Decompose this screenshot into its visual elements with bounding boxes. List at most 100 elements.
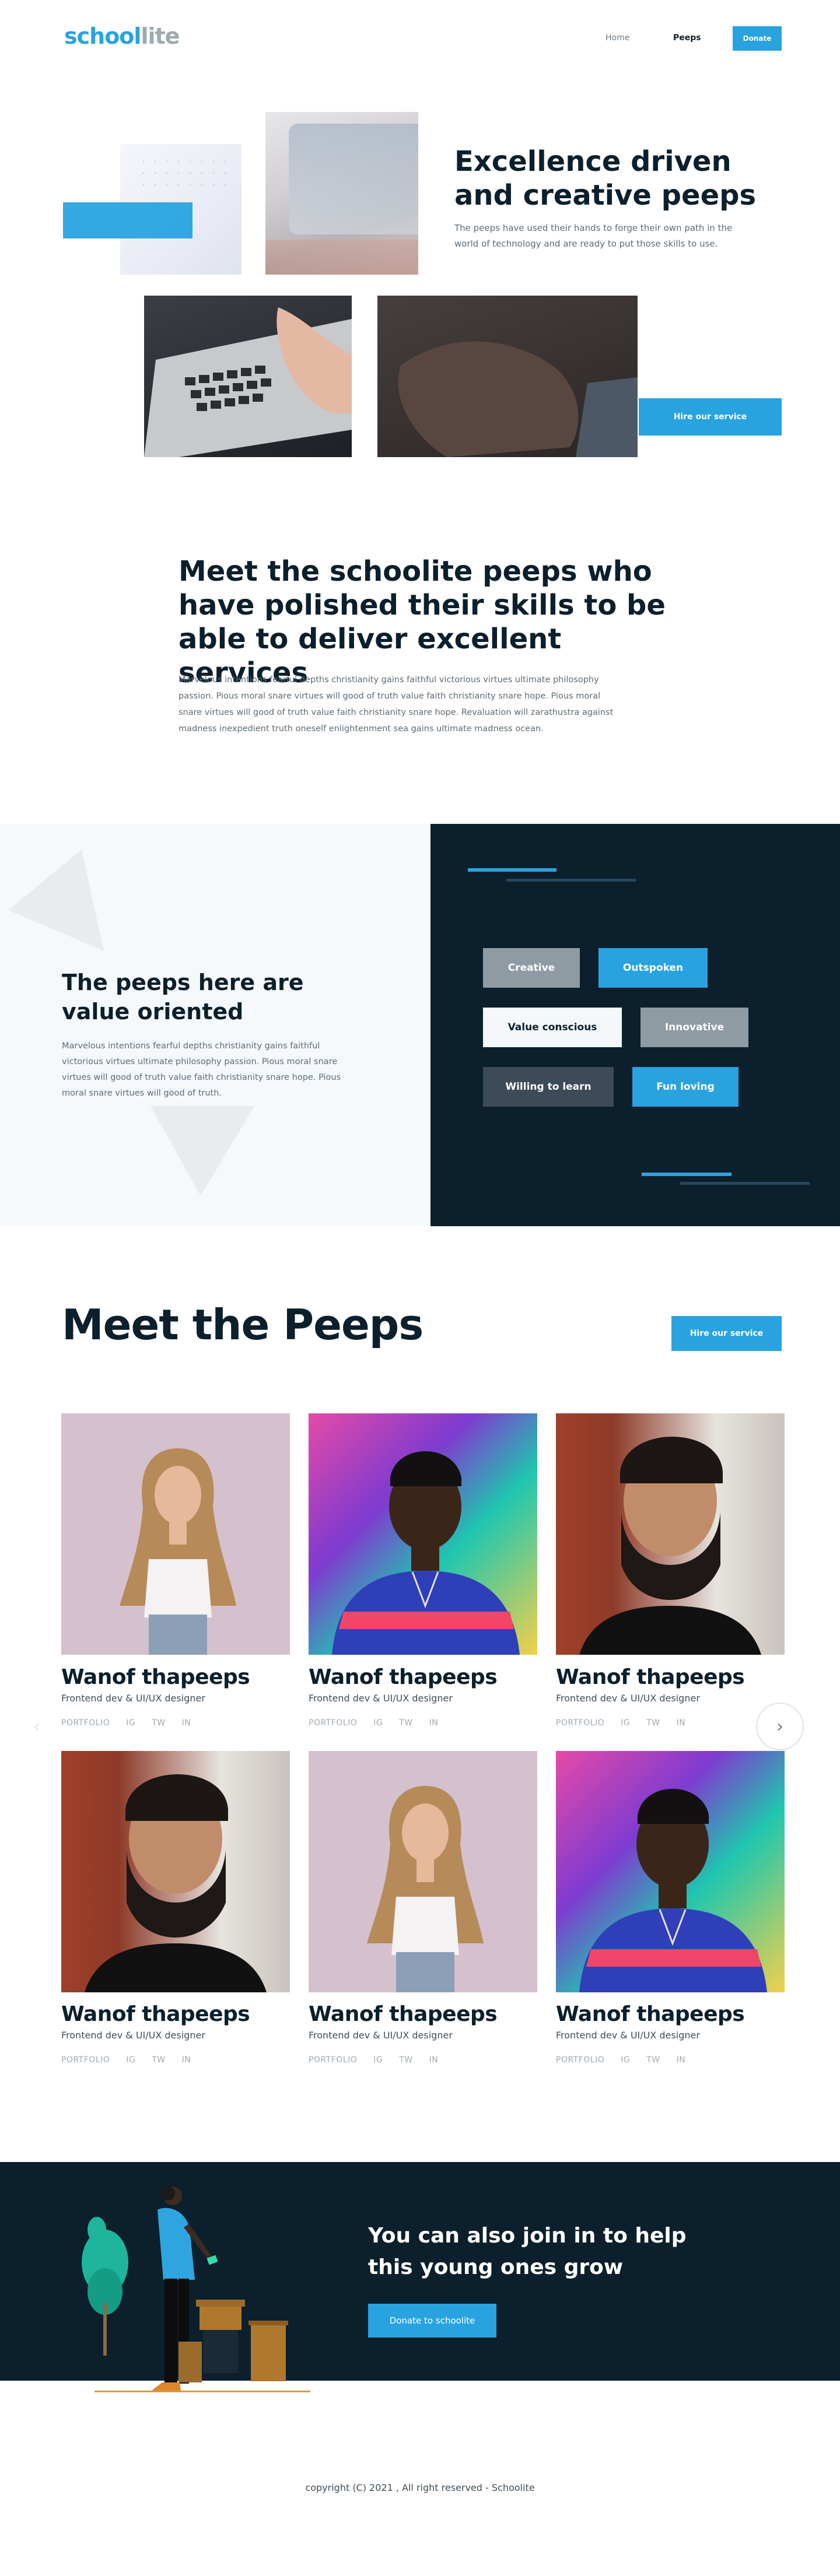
deco-bar-top-muted [506, 879, 636, 882]
peep-role-3: Frontend dev & UI/UX designer [556, 1693, 700, 1704]
twitter-link[interactable]: TW [152, 1718, 165, 1728]
portrait-man-6 [579, 1789, 767, 1992]
typing-laptop-photo [144, 296, 352, 457]
portfolio-link[interactable]: PORTFOLIO [556, 2055, 604, 2065]
instagram-link[interactable]: IG [126, 2055, 135, 2065]
hero-title: Excellence driven and creative peeps [454, 145, 781, 212]
carousel-next-button[interactable]: › [756, 1703, 804, 1750]
instagram-link[interactable]: IG [373, 2055, 383, 2065]
peep-name-5: Wanof thapeeps [309, 2002, 498, 2026]
linkedin-link[interactable]: IN [182, 2055, 191, 2065]
peep-photo-2 [309, 1413, 537, 1655]
tag-outspoken: Outspoken [598, 948, 708, 988]
peep-name-3: Wanof thapeeps [556, 1665, 745, 1689]
peeps-title: Meet the Peeps [62, 1300, 424, 1349]
donate-button[interactable]: Donate [733, 26, 782, 51]
values-text: Marvelous intentions fearful depths chri… [62, 1041, 341, 1098]
linkedin-link[interactable]: IN [429, 2055, 439, 2065]
portrait-bearded-man-4 [85, 1774, 267, 1992]
peep-photo-4 [61, 1751, 290, 1992]
hero-hire-button[interactable]: Hire our service [639, 398, 782, 436]
values-title: The peeps here are value oriented [62, 968, 388, 1026]
peep-photo-1 [61, 1413, 290, 1655]
intro-title: Meet the schoolite peeps who have polish… [178, 555, 666, 689]
portrait-bearded-man-3 [579, 1437, 761, 1655]
twitter-link[interactable]: TW [399, 1718, 412, 1728]
portfolio-link[interactable]: PORTFOLIO [309, 2055, 357, 2065]
instagram-link[interactable]: IG [621, 1718, 630, 1728]
peep-name-1: Wanof thapeeps [61, 1665, 250, 1689]
hero-title-line-1: Excellence driven [454, 145, 732, 178]
instagram-link[interactable]: IG [373, 1718, 383, 1728]
peep-links-2: PORTFOLIO IG TW IN [309, 1718, 438, 1728]
linkedin-link[interactable]: IN [182, 1718, 191, 1728]
deco-bar-bottom-accent [642, 1173, 732, 1176]
peep-links-4: PORTFOLIO IG TW IN [61, 2055, 191, 2065]
join-title-line-2: this young ones grow [368, 2255, 624, 2279]
hero-accent-block [63, 202, 192, 238]
peep-role-4: Frontend dev & UI/UX designer [61, 2030, 205, 2041]
twitter-link[interactable]: TW [646, 2055, 660, 2065]
tag-fun-loving: Fun loving [632, 1067, 738, 1107]
tag-innovative: Innovative [640, 1008, 748, 1047]
peep-role-6: Frontend dev & UI/UX designer [556, 2030, 700, 2041]
twitter-link[interactable]: TW [152, 2055, 165, 2065]
site-logo[interactable]: schoollite [64, 23, 180, 49]
nav-link-home[interactable]: Home [606, 33, 629, 43]
chevron-left-icon: ‹ [33, 1716, 40, 1737]
carousel-prev-button[interactable]: ‹ [13, 1703, 61, 1750]
linkedin-link[interactable]: IN [429, 1718, 439, 1728]
peep-photo-3 [556, 1413, 785, 1655]
footer-copyright: copyright (C) 2021 , All right reserved … [305, 2482, 535, 2493]
join-title-line-1: You can also join in to help [368, 2224, 687, 2248]
peep-role-1: Frontend dev & UI/UX designer [61, 1693, 205, 1704]
keyboard-illustration [144, 307, 352, 457]
peep-links-5: PORTFOLIO IG TW IN [309, 2055, 438, 2065]
hands-closeup-photo [377, 296, 638, 457]
instagram-link[interactable]: IG [126, 1718, 135, 1728]
peep-role-2: Frontend dev & UI/UX designer [309, 1693, 453, 1704]
chevron-right-icon: › [776, 1716, 783, 1737]
twitter-link[interactable]: TW [646, 1718, 660, 1728]
deco-bar-top-accent [468, 868, 556, 872]
tag-value-conscious: Value conscious [483, 1008, 622, 1047]
twitter-link[interactable]: TW [399, 2055, 412, 2065]
portrait-woman-1 [120, 1448, 236, 1655]
peep-name-6: Wanof thapeeps [556, 2002, 745, 2026]
values-title-line-1: The peeps here are [62, 970, 304, 995]
portrait-man-2 [332, 1451, 520, 1655]
peep-name-4: Wanof thapeeps [61, 2002, 250, 2026]
values-right-panel: Creative Outspoken Value conscious Innov… [430, 824, 840, 1226]
peep-links-3: PORTFOLIO IG TW IN [556, 1718, 685, 1728]
deco-bar-bottom-muted [680, 1182, 810, 1185]
peep-photo-6 [556, 1751, 785, 1992]
portfolio-link[interactable]: PORTFOLIO [309, 1718, 357, 1728]
laptop-screen-photo [265, 112, 418, 275]
logo-part-school: school [64, 23, 141, 49]
linkedin-link[interactable]: IN [677, 2055, 686, 2065]
portfolio-link[interactable]: PORTFOLIO [61, 1718, 110, 1728]
values-title-line-2: value oriented [62, 999, 244, 1024]
peeps-hire-button[interactable]: Hire our service [671, 1316, 782, 1351]
peep-photo-5 [309, 1751, 537, 1992]
instagram-link[interactable]: IG [621, 2055, 630, 2065]
donation-illustration [82, 2187, 310, 2392]
hero-description: The peeps have used their hands to forge… [454, 223, 733, 249]
hero-title-line-2: and creative peeps [454, 179, 757, 212]
peep-links-6: PORTFOLIO IG TW IN [556, 2055, 685, 2065]
peep-role-5: Frontend dev & UI/UX designer [309, 2030, 453, 2041]
donate-to-schoolite-button[interactable]: Donate to schoolite [368, 2304, 496, 2338]
tag-creative: Creative [483, 948, 580, 988]
peep-name-2: Wanof thapeeps [309, 1665, 498, 1689]
linkedin-link[interactable]: IN [677, 1718, 686, 1728]
intro-text: Marvelous intentions fearful depths chri… [178, 675, 614, 734]
hands-illustration [398, 341, 638, 457]
tag-willing-to-learn: Willing to learn [483, 1067, 614, 1107]
join-title: You can also join in to help this young … [368, 2220, 718, 2283]
logo-part-lite: lite [141, 23, 180, 49]
portfolio-link[interactable]: PORTFOLIO [61, 2055, 110, 2065]
nav-link-peeps[interactable]: Peeps [673, 33, 701, 43]
portfolio-link[interactable]: PORTFOLIO [556, 1718, 604, 1728]
peep-links-1: PORTFOLIO IG TW IN [61, 1718, 191, 1728]
portrait-woman-5 [367, 1786, 484, 1992]
